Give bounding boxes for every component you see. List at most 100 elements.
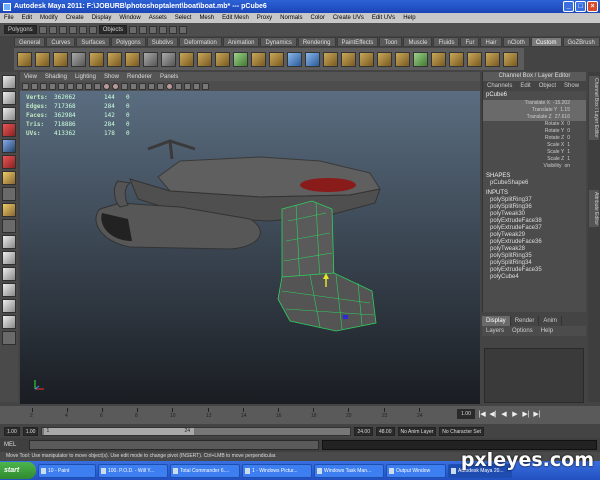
attr-scale-x[interactable]: Scale X1 <box>483 142 586 149</box>
move-tool-icon[interactable] <box>2 123 16 137</box>
layout-custom-icon[interactable] <box>2 331 16 345</box>
smooth-shade-icon[interactable] <box>103 82 110 90</box>
poly-tool-icon[interactable] <box>179 51 194 67</box>
attr-visibility[interactable]: Visibility on <box>483 163 586 170</box>
play-forwards-button[interactable]: ▶ <box>511 410 519 420</box>
attr-value[interactable]: 0 <box>567 121 570 128</box>
selection-mask-dropdown[interactable]: Objects <box>98 25 128 34</box>
input-node[interactable]: polyTweak28 <box>483 246 586 253</box>
cube-icon[interactable] <box>305 51 320 67</box>
input-node[interactable]: polyCube4 <box>483 274 586 281</box>
resolution-gate-icon[interactable] <box>76 82 83 90</box>
shelf-tab-general[interactable]: General <box>14 37 46 47</box>
textured-icon[interactable] <box>121 82 128 90</box>
layer-menu-help[interactable]: Help <box>537 328 557 334</box>
taskbar-item[interactable]: Output Window <box>386 463 446 478</box>
render-settings-icon[interactable] <box>179 25 188 34</box>
new-scene-icon[interactable] <box>38 25 47 34</box>
start-button[interactable]: start <box>0 462 36 479</box>
panel-menu-lighting[interactable]: Lighting <box>71 74 100 80</box>
save-scene-icon[interactable] <box>58 25 67 34</box>
go-to-end-button[interactable]: ▶| <box>533 410 541 420</box>
poly-tool-icon[interactable] <box>251 51 266 67</box>
shelf-tab-animation[interactable]: Animation <box>222 37 260 47</box>
soft-mod-icon[interactable] <box>2 187 16 201</box>
select-component-icon[interactable] <box>88 25 97 34</box>
select-object-icon[interactable] <box>78 25 87 34</box>
panel-menu-panels[interactable]: Panels <box>156 74 182 80</box>
shelf-tab-ncloth[interactable]: nCloth <box>502 37 530 47</box>
menu-window[interactable]: Window <box>115 15 144 21</box>
menu-modify[interactable]: Modify <box>36 15 62 21</box>
menu-normals[interactable]: Normals <box>276 15 306 21</box>
taskbar-item[interactable]: 100. P.O.D. - Will Y... <box>98 463 168 478</box>
poly-tool-icon[interactable] <box>449 51 464 67</box>
menu-proxy[interactable]: Proxy <box>253 15 276 21</box>
poly-tool-icon[interactable] <box>143 51 158 67</box>
attr-value[interactable]: 1 <box>567 156 570 163</box>
paint-select-icon[interactable] <box>2 107 16 121</box>
perspective-viewport[interactable]: Verts: 362062 144 0 Edges: 717368 284 0 … <box>20 91 480 404</box>
snap-curve-icon[interactable] <box>139 25 148 34</box>
go-to-start-button[interactable]: |◀ <box>478 410 486 420</box>
ipr-render-icon[interactable] <box>169 25 178 34</box>
camera-attr-icon[interactable] <box>31 82 38 90</box>
shelf-tab-painteffects[interactable]: PaintEffects <box>336 37 379 47</box>
input-node[interactable]: polyExtrudeFace38 <box>483 218 586 225</box>
play-backwards-button[interactable]: ◀ <box>500 410 508 420</box>
panel-menu-shading[interactable]: Shading <box>41 74 71 80</box>
menu-edit-uvs[interactable]: Edit UVs <box>368 15 399 21</box>
poly-tool-icon[interactable] <box>467 51 482 67</box>
show-manip-icon[interactable] <box>2 203 16 217</box>
snap-grid-icon[interactable] <box>129 25 138 34</box>
input-node[interactable]: polySplitRing37 <box>483 197 586 204</box>
playback-start-field[interactable]: 1.00 <box>22 427 39 436</box>
input-node[interactable]: polyExtrudeFace36 <box>483 239 586 246</box>
range-slider[interactable]: 1 24 <box>41 427 352 436</box>
attr-translate-x[interactable]: Translate X -15.202 <box>483 100 586 107</box>
poly-tool-icon[interactable] <box>377 51 392 67</box>
lights-icon[interactable] <box>130 82 137 90</box>
shelf-tab-toon[interactable]: Toon <box>379 37 403 47</box>
playback-end-field[interactable]: 24.00 <box>354 427 373 436</box>
scale-tool-icon[interactable] <box>2 155 16 169</box>
panel-menu-view[interactable]: View <box>20 74 41 80</box>
taskbar-item[interactable]: 10 - Paint <box>38 463 96 478</box>
attr-value[interactable]: 0 <box>567 135 570 142</box>
attr-value[interactable]: 1.15 <box>560 107 570 114</box>
menu-edit[interactable]: Edit <box>18 15 36 21</box>
input-node[interactable]: polyExtrudeFace35 <box>483 267 586 274</box>
poly-tool-icon[interactable] <box>215 51 230 67</box>
side-tab-attribute-editor[interactable]: Attribute Editor <box>589 190 599 228</box>
camera-icon[interactable] <box>22 82 29 90</box>
maximize-button[interactable]: □ <box>575 1 586 12</box>
attr-rotate-y[interactable]: Rotate Y0 <box>483 128 586 135</box>
poly-tool-icon[interactable] <box>431 51 446 67</box>
poly-tool-icon[interactable] <box>17 51 32 67</box>
layer-tab-anim[interactable]: Anim <box>539 316 563 326</box>
layout-graph-icon[interactable] <box>2 299 16 313</box>
menu-select[interactable]: Select <box>171 15 196 21</box>
open-scene-icon[interactable] <box>48 25 57 34</box>
poly-tool-icon[interactable] <box>197 51 212 67</box>
shelf-tab-surfaces[interactable]: Surfaces <box>76 37 111 47</box>
grid-icon[interactable] <box>58 82 65 90</box>
layout-outliner-icon[interactable] <box>2 283 16 297</box>
step-forward-key-button[interactable]: ▶| <box>522 410 530 420</box>
shelf-tab-fluids[interactable]: Fluids <box>433 37 460 47</box>
taskbar-item[interactable]: Windows Task Man... <box>314 463 384 478</box>
sphere-icon[interactable] <box>287 51 302 67</box>
attr-value[interactable]: 27.616 <box>555 114 570 121</box>
range-handle[interactable] <box>44 428 195 435</box>
wireframe-on-shaded-icon[interactable] <box>112 82 119 90</box>
ambient-occlusion-icon[interactable] <box>175 82 182 90</box>
depth-of-field-icon[interactable] <box>202 82 209 90</box>
wireframe-icon[interactable] <box>94 82 101 90</box>
poly-tool-icon[interactable] <box>323 51 338 67</box>
attr-value[interactable]: on <box>564 163 570 170</box>
cb-menu-object[interactable]: Object <box>535 83 560 89</box>
mel-label[interactable]: MEL <box>4 442 26 448</box>
high-quality-icon[interactable] <box>166 82 173 90</box>
select-hierarchy-icon[interactable] <box>68 25 77 34</box>
taskbar-item[interactable]: 1 - Windows Pictur... <box>242 463 312 478</box>
